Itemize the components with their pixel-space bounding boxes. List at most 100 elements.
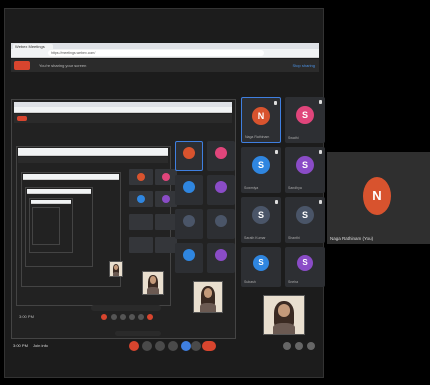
avatar: N — [252, 106, 270, 125]
avatar: S — [253, 255, 269, 271]
participant-tile-5[interactable]: S Sarath Kumar — [241, 197, 281, 243]
avatar: S — [296, 106, 314, 125]
nested-more-icon — [138, 314, 144, 320]
reactions-button[interactable] — [181, 341, 191, 351]
shared-screen-area: Webex Meetings https://meetings.webex.co… — [4, 8, 325, 378]
mini-avatar-icon — [137, 195, 145, 203]
participant-tile-7[interactable]: S Subash — [241, 247, 281, 287]
mic-icon — [319, 100, 322, 104]
participant-tile[interactable] — [207, 141, 235, 171]
participant-name: Sowmiya — [244, 186, 259, 190]
participant-name: Sneha — [288, 280, 299, 284]
webex-logo-icon — [14, 61, 30, 70]
avatar: S — [296, 156, 314, 175]
person-body — [272, 322, 296, 334]
avatar — [215, 215, 227, 227]
participant-name: Shanthi — [288, 236, 300, 240]
mic-icon — [275, 200, 278, 204]
meeting-header: You're sharing your screen Stop sharing — [11, 59, 319, 72]
participant-tile[interactable] — [207, 175, 235, 205]
self-avatar: N — [363, 177, 391, 215]
participant-name: Sandhya — [288, 186, 302, 190]
nested-video-icon — [120, 314, 126, 320]
stop-sharing-link[interactable]: Stop sharing — [293, 61, 315, 70]
chat-icon[interactable] — [295, 342, 303, 350]
mini-tile — [155, 214, 177, 230]
nested-share-3 — [21, 172, 121, 287]
avatar — [183, 215, 195, 227]
mic-icon — [319, 200, 322, 204]
participant-tile[interactable] — [175, 243, 203, 273]
nested-time: 3:00 PM — [19, 314, 34, 319]
participant-tile-3[interactable]: S Sowmiya — [241, 147, 281, 193]
participant-tile[interactable] — [207, 243, 235, 273]
nested-logo-icon — [17, 116, 27, 121]
browser-tab[interactable]: Webex Meetings — [13, 44, 53, 50]
avatar — [183, 249, 195, 261]
meeting-screen: Webex Meetings https://meetings.webex.co… — [0, 0, 430, 385]
mini-tile — [129, 214, 153, 230]
mini-tile — [129, 237, 153, 253]
participant-tile-8[interactable]: S Sneha — [285, 247, 325, 287]
nested-control-bar-2 — [115, 331, 161, 336]
mic-icon — [319, 150, 322, 154]
share-button[interactable] — [155, 341, 165, 351]
nested-browser-2 — [18, 148, 168, 156]
person-body — [200, 303, 216, 312]
avatar — [215, 147, 227, 159]
avatar: S — [297, 255, 313, 271]
webcam-video — [142, 271, 164, 295]
avatar — [215, 181, 227, 193]
participant-name: Naga Rathinam — [245, 135, 270, 139]
participant-name: Subash — [244, 280, 256, 284]
person-body — [112, 271, 120, 276]
nested-share-5 — [29, 198, 73, 253]
address-bar[interactable]: https://meetings.webex.com/ — [47, 49, 264, 56]
webcam-video — [193, 281, 223, 313]
nested-browser-1 — [14, 102, 232, 113]
webcam-video — [109, 261, 123, 277]
nested-share-4 — [25, 187, 93, 267]
participant-tile-6[interactable]: S Shanthi — [285, 197, 325, 243]
participant-name: Swathi — [288, 136, 299, 140]
person-face — [114, 264, 118, 270]
avatar — [183, 181, 195, 193]
participant-tile[interactable] — [207, 209, 235, 239]
participant-tile[interactable] — [175, 209, 203, 239]
nested-browser-4 — [27, 189, 91, 194]
participant-tile[interactable] — [175, 141, 203, 171]
end-call-button[interactable] — [202, 341, 216, 351]
person-face — [277, 303, 291, 317]
meeting-title: You're sharing your screen — [39, 63, 87, 68]
apps-icon[interactable] — [307, 342, 315, 350]
participant-tile[interactable] — [175, 175, 203, 205]
person-face — [149, 276, 157, 284]
nested-end-call-icon — [101, 314, 107, 320]
more-options-button[interactable] — [191, 341, 201, 351]
nested-browser-5 — [31, 200, 71, 204]
participant-tile-2[interactable]: S Swathi — [285, 97, 325, 143]
participants-icon[interactable] — [283, 342, 291, 350]
nested-browser-3 — [23, 174, 119, 180]
record-button[interactable] — [168, 341, 178, 351]
nested-control-bar — [91, 305, 161, 311]
video-button[interactable] — [142, 341, 152, 351]
nested-header-2 — [18, 157, 168, 163]
meeting-time: 3:00 PM — [13, 343, 28, 348]
avatar: S — [252, 206, 270, 225]
browser-window: Webex Meetings https://meetings.webex.co… — [11, 43, 319, 58]
webcam-video — [263, 295, 305, 335]
nested-end-call-icon — [147, 314, 153, 320]
avatar — [183, 147, 195, 160]
avatar: S — [296, 206, 314, 225]
mic-icon — [274, 101, 277, 105]
mic-icon — [275, 150, 278, 154]
nested-mute-icon — [111, 314, 117, 320]
nested-header-1 — [14, 114, 232, 123]
participant-tile-1[interactable]: N Naga Rathinam — [241, 97, 281, 143]
participant-name: Sarath Kumar — [244, 236, 266, 240]
join-info-link[interactable]: Join info — [33, 343, 48, 348]
self-name: Naga Rathinam (You) — [330, 236, 374, 241]
participant-tile-4[interactable]: S Sandhya — [285, 147, 325, 193]
mute-button[interactable] — [129, 341, 139, 351]
